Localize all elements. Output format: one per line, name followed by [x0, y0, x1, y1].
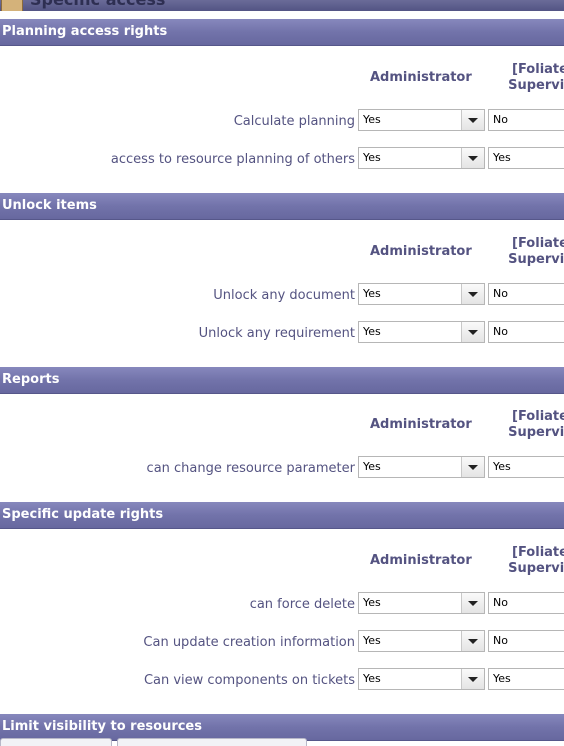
- column-header-line1: [Foliate: [512, 236, 564, 251]
- select-value: Yes: [363, 596, 381, 609]
- bottom-tab[interactable]: [0, 738, 112, 746]
- chevron-down-icon[interactable]: [461, 669, 484, 689]
- select-access-resource-planning-others-supervisor[interactable]: Yes: [488, 147, 564, 169]
- column-header-foliate-supervisor: [Foliate Supervis: [500, 545, 564, 577]
- row-label-access-resource-planning-others: access to resource planning of others: [110, 152, 355, 167]
- column-header-administrator: Administrator: [370, 553, 472, 568]
- select-unlock-any-requirement-administrator[interactable]: Yes: [358, 321, 485, 343]
- select-value: No: [493, 325, 508, 338]
- select-can-view-components-on-tickets-administrator[interactable]: Yes: [358, 668, 485, 690]
- select-value: Yes: [363, 151, 381, 164]
- chevron-down-icon[interactable]: [461, 457, 484, 477]
- section-header-limit-visibility-to-resources[interactable]: Limit visibility to resources: [0, 714, 564, 741]
- row-label-can-view-components-on-tickets: Can view components on tickets: [143, 673, 355, 688]
- select-can-change-resource-parameter-administrator[interactable]: Yes: [358, 456, 485, 478]
- select-value: Yes: [493, 672, 511, 685]
- select-value: No: [493, 634, 508, 647]
- select-value: No: [493, 113, 508, 126]
- select-calculate-planning-supervisor[interactable]: No: [488, 109, 564, 131]
- chevron-down-icon[interactable]: [461, 631, 484, 651]
- select-access-resource-planning-others-administrator[interactable]: Yes: [358, 147, 485, 169]
- select-can-force-delete-supervisor[interactable]: No: [488, 592, 564, 614]
- column-header-line1: [Foliate: [512, 62, 564, 77]
- select-value: Yes: [493, 460, 511, 473]
- row-label-can-update-creation-information: Can update creation information: [143, 635, 355, 650]
- page-title-bar: Specific access: [0, 0, 564, 11]
- select-unlock-any-requirement-supervisor[interactable]: No: [488, 321, 564, 343]
- section-header-specific-update-rights[interactable]: Specific update rights: [0, 502, 564, 529]
- section-header-reports[interactable]: Reports: [0, 367, 564, 394]
- column-header-administrator: Administrator: [370, 244, 472, 259]
- column-header-foliate-supervisor: [Foliate Supervis: [500, 62, 564, 94]
- select-can-view-components-on-tickets-supervisor[interactable]: Yes: [488, 668, 564, 690]
- select-value: Yes: [363, 634, 381, 647]
- column-header-line1: [Foliate: [512, 409, 564, 424]
- select-value: Yes: [363, 672, 381, 685]
- column-header-line2: Supervis: [508, 252, 564, 267]
- select-calculate-planning-administrator[interactable]: Yes: [358, 109, 485, 131]
- column-header-administrator: Administrator: [370, 417, 472, 432]
- chevron-down-icon[interactable]: [461, 593, 484, 613]
- page-title: Specific access: [30, 0, 165, 9]
- select-unlock-any-document-administrator[interactable]: Yes: [358, 283, 485, 305]
- chevron-down-icon[interactable]: [461, 284, 484, 304]
- column-header-foliate-supervisor: [Foliate Supervis: [500, 236, 564, 268]
- select-can-change-resource-parameter-supervisor[interactable]: Yes: [488, 456, 564, 478]
- select-value: No: [493, 287, 508, 300]
- chevron-down-icon[interactable]: [461, 322, 484, 342]
- bottom-tab[interactable]: [117, 738, 307, 746]
- row-label-can-force-delete: can force delete: [249, 597, 355, 612]
- row-label-unlock-any-requirement: Unlock any requirement: [198, 326, 355, 341]
- section-header-unlock-items[interactable]: Unlock items: [0, 193, 564, 220]
- column-header-foliate-supervisor: [Foliate Supervis: [500, 409, 564, 441]
- section-header-planning-access-rights[interactable]: Planning access rights: [0, 19, 564, 46]
- chevron-down-icon[interactable]: [461, 110, 484, 130]
- row-label-calculate-planning: Calculate planning: [233, 114, 355, 129]
- select-value: Yes: [363, 460, 381, 473]
- select-value: Yes: [363, 113, 381, 126]
- folder-key-icon: [1, 0, 23, 11]
- select-can-force-delete-administrator[interactable]: Yes: [358, 592, 485, 614]
- select-can-update-creation-information-administrator[interactable]: Yes: [358, 630, 485, 652]
- select-value: Yes: [363, 325, 381, 338]
- column-header-line2: Supervis: [508, 561, 564, 576]
- column-header-line2: Supervis: [508, 78, 564, 93]
- select-unlock-any-document-supervisor[interactable]: No: [488, 283, 564, 305]
- column-header-line2: Supervis: [508, 425, 564, 440]
- row-label-unlock-any-document: Unlock any document: [213, 288, 355, 303]
- column-header-line1: [Foliate: [512, 545, 564, 560]
- select-value: No: [493, 596, 508, 609]
- select-value: Yes: [493, 151, 511, 164]
- select-value: Yes: [363, 287, 381, 300]
- row-label-can-change-resource-parameter: can change resource parameter: [146, 461, 355, 476]
- column-header-administrator: Administrator: [370, 70, 472, 85]
- select-can-update-creation-information-supervisor[interactable]: No: [488, 630, 564, 652]
- chevron-down-icon[interactable]: [461, 148, 484, 168]
